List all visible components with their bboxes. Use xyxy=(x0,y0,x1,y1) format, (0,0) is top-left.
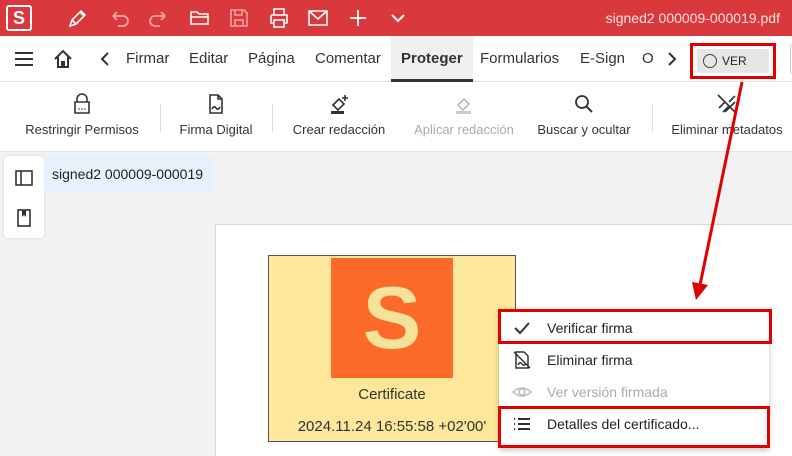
annotation-arrow xyxy=(692,81,744,300)
